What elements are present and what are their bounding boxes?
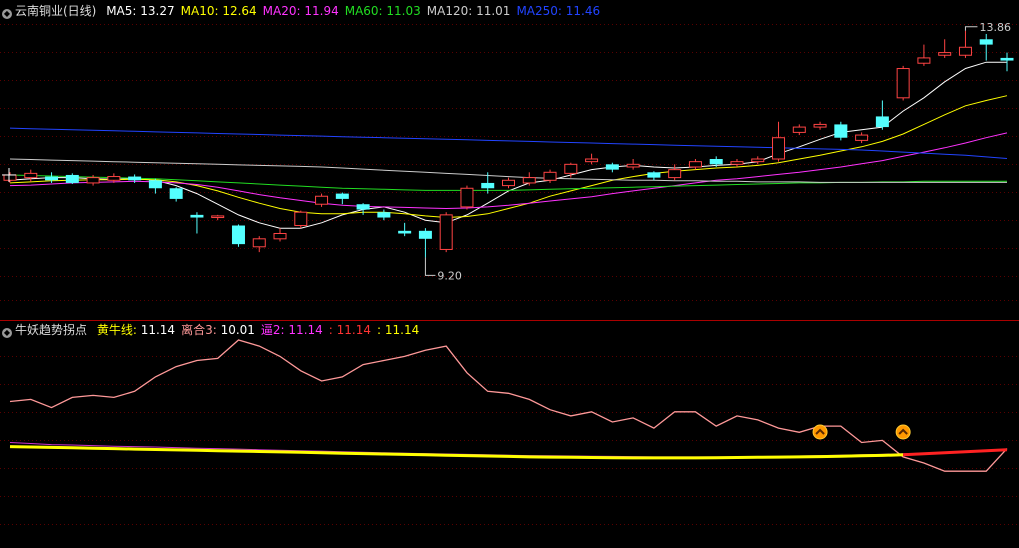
candle-body xyxy=(481,182,495,189)
candle-body xyxy=(335,193,349,199)
low-price-label: 9.20 xyxy=(437,269,462,282)
candle-body xyxy=(418,230,432,239)
candle-body xyxy=(86,177,100,184)
candle-body xyxy=(273,232,287,240)
candle-body xyxy=(834,124,848,138)
ma-line-ma5 xyxy=(9,61,1007,229)
candle-body xyxy=(439,214,453,250)
candle-body xyxy=(792,126,806,133)
candle-body xyxy=(24,172,38,179)
candle-body xyxy=(668,169,682,179)
candle-body xyxy=(190,214,204,218)
candle-body xyxy=(1000,57,1014,61)
candle-body xyxy=(543,171,557,181)
high-price-label: 13.86 xyxy=(979,21,1011,34)
candle-body xyxy=(502,179,515,187)
ma-line-ma10 xyxy=(9,95,1008,219)
candle-body xyxy=(626,163,640,168)
candle-body xyxy=(938,52,952,56)
candle-body xyxy=(3,174,17,181)
candle-body xyxy=(855,134,869,141)
candle-body xyxy=(730,161,744,165)
candle-body xyxy=(647,172,661,178)
candle-body xyxy=(772,137,786,160)
candle-body xyxy=(107,176,121,181)
candle-body xyxy=(875,116,889,128)
candle-body xyxy=(169,188,183,199)
candle-body xyxy=(65,174,79,183)
candle-body xyxy=(709,159,723,165)
candle-body xyxy=(813,123,827,128)
ma-line-ma20 xyxy=(9,132,1008,210)
candle-body xyxy=(522,177,536,184)
candle-body xyxy=(917,57,931,64)
candle-body xyxy=(294,211,308,227)
candle-body xyxy=(231,225,245,245)
candle-body xyxy=(460,187,474,208)
chart-canvas: 13.86 9.20 xyxy=(0,21,1019,525)
indicator-pink-line xyxy=(9,339,1008,472)
candle-body xyxy=(688,161,702,168)
candle-body xyxy=(564,163,578,174)
candle-body xyxy=(377,212,391,218)
candle-body xyxy=(356,204,370,210)
indicator-red-line xyxy=(903,448,1008,457)
candle-body xyxy=(979,39,993,45)
signal-icon xyxy=(812,424,828,440)
candle-body xyxy=(398,230,412,234)
low-marker xyxy=(424,257,436,276)
candle-body xyxy=(45,176,59,181)
candle-body xyxy=(148,180,162,189)
ma-line-ma250 xyxy=(9,127,1008,159)
candle-body xyxy=(315,195,329,205)
candle-body xyxy=(751,158,765,163)
candle-body xyxy=(958,46,972,56)
candle-body xyxy=(896,68,910,99)
indicator-yellow-line xyxy=(9,445,904,460)
candle-body xyxy=(252,238,266,248)
high-marker xyxy=(964,26,978,31)
signal-icon xyxy=(895,424,911,440)
candle-body xyxy=(605,164,619,170)
candle-body xyxy=(128,176,142,181)
candle-body xyxy=(585,158,599,163)
candle-body xyxy=(211,215,225,219)
